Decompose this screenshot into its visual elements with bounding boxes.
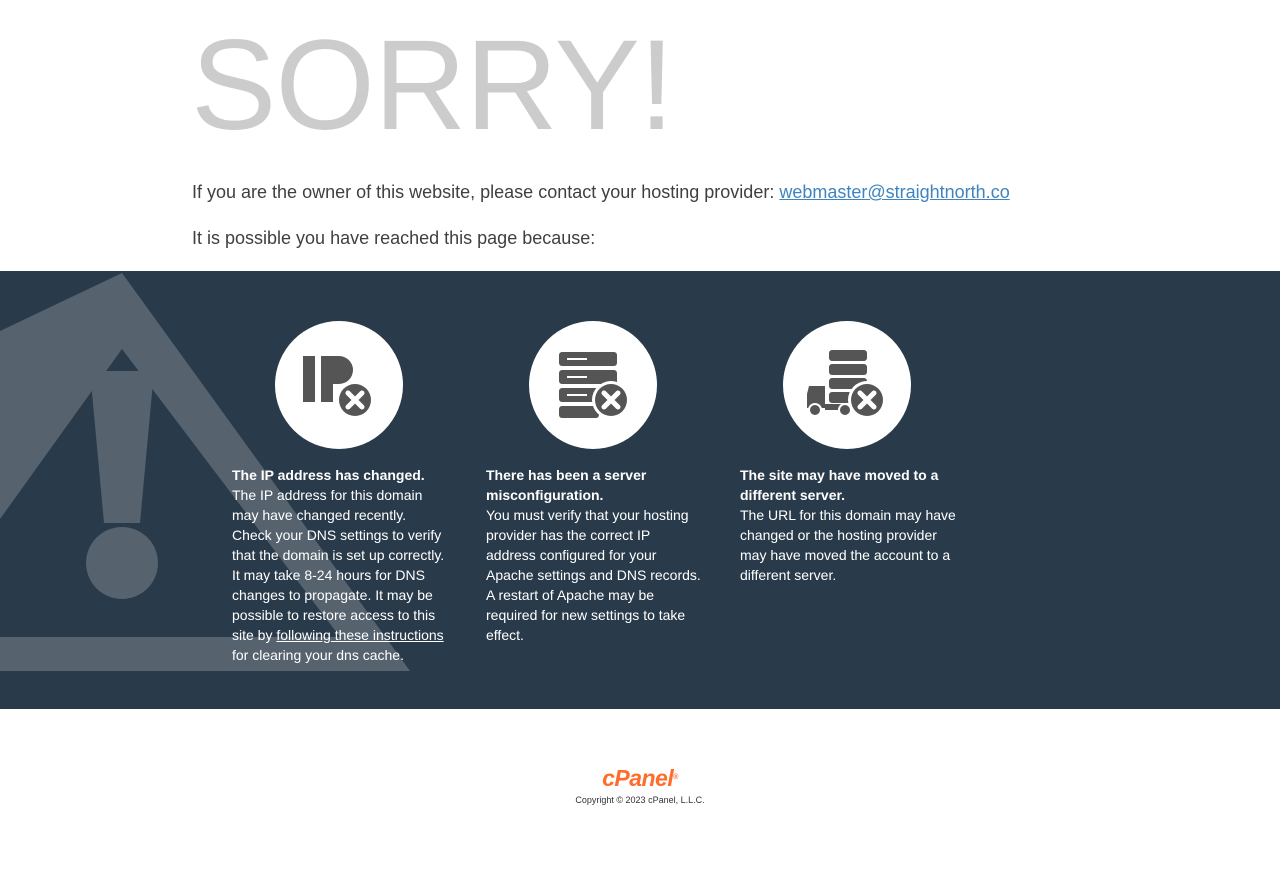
header-section: SORRY! If you are the owner of this webs… (0, 0, 1280, 271)
reason-text: The IP address has changed. The IP addres… (232, 465, 448, 665)
reason-body: You must verify that your hosting provid… (486, 507, 701, 643)
reason-text: There has been a server misconfiguration… (486, 465, 702, 645)
copyright-text: Copyright © 2023 cPanel, L.L.C. (575, 795, 705, 805)
page-title: SORRY! (191, 14, 674, 157)
reason-title: The site may have moved to a different s… (740, 467, 939, 503)
reasons-section: The IP address has changed. The IP addres… (0, 271, 1280, 709)
server-error-icon (529, 321, 657, 449)
ip-error-icon (275, 321, 403, 449)
contact-message: If you are the owner of this website, pl… (192, 181, 1010, 203)
reason-body: The IP address for this domain may have … (232, 487, 445, 643)
logo-trademark: ® (673, 774, 678, 781)
reason-card-moved: The site may have moved to a different s… (740, 321, 956, 585)
reason-body-end: for clearing your dns cache. (232, 647, 404, 663)
reason-text: The site may have moved to a different s… (740, 465, 956, 585)
reason-title: The IP address has changed. (232, 467, 425, 483)
reason-card-ip: The IP address has changed. The IP addres… (232, 321, 448, 665)
server-moved-icon (783, 321, 911, 449)
contact-text: If you are the owner of this website, pl… (192, 182, 780, 202)
reason-title: There has been a server misconfiguration… (486, 467, 647, 503)
logo-text: cPanel (602, 765, 674, 791)
dns-instructions-link[interactable]: following these instructions (276, 627, 443, 643)
footer: cPanel® Copyright © 2023 cPanel, L.L.C. (0, 709, 1280, 869)
webmaster-email-link[interactable]: webmaster@straightnorth.co (779, 182, 1009, 202)
reason-card-server: There has been a server misconfiguration… (486, 321, 702, 645)
reason-intro: It is possible you have reached this pag… (192, 228, 596, 248)
reason-body: The URL for this domain may have changed… (740, 507, 956, 583)
cpanel-logo: cPanel® (0, 765, 1280, 791)
